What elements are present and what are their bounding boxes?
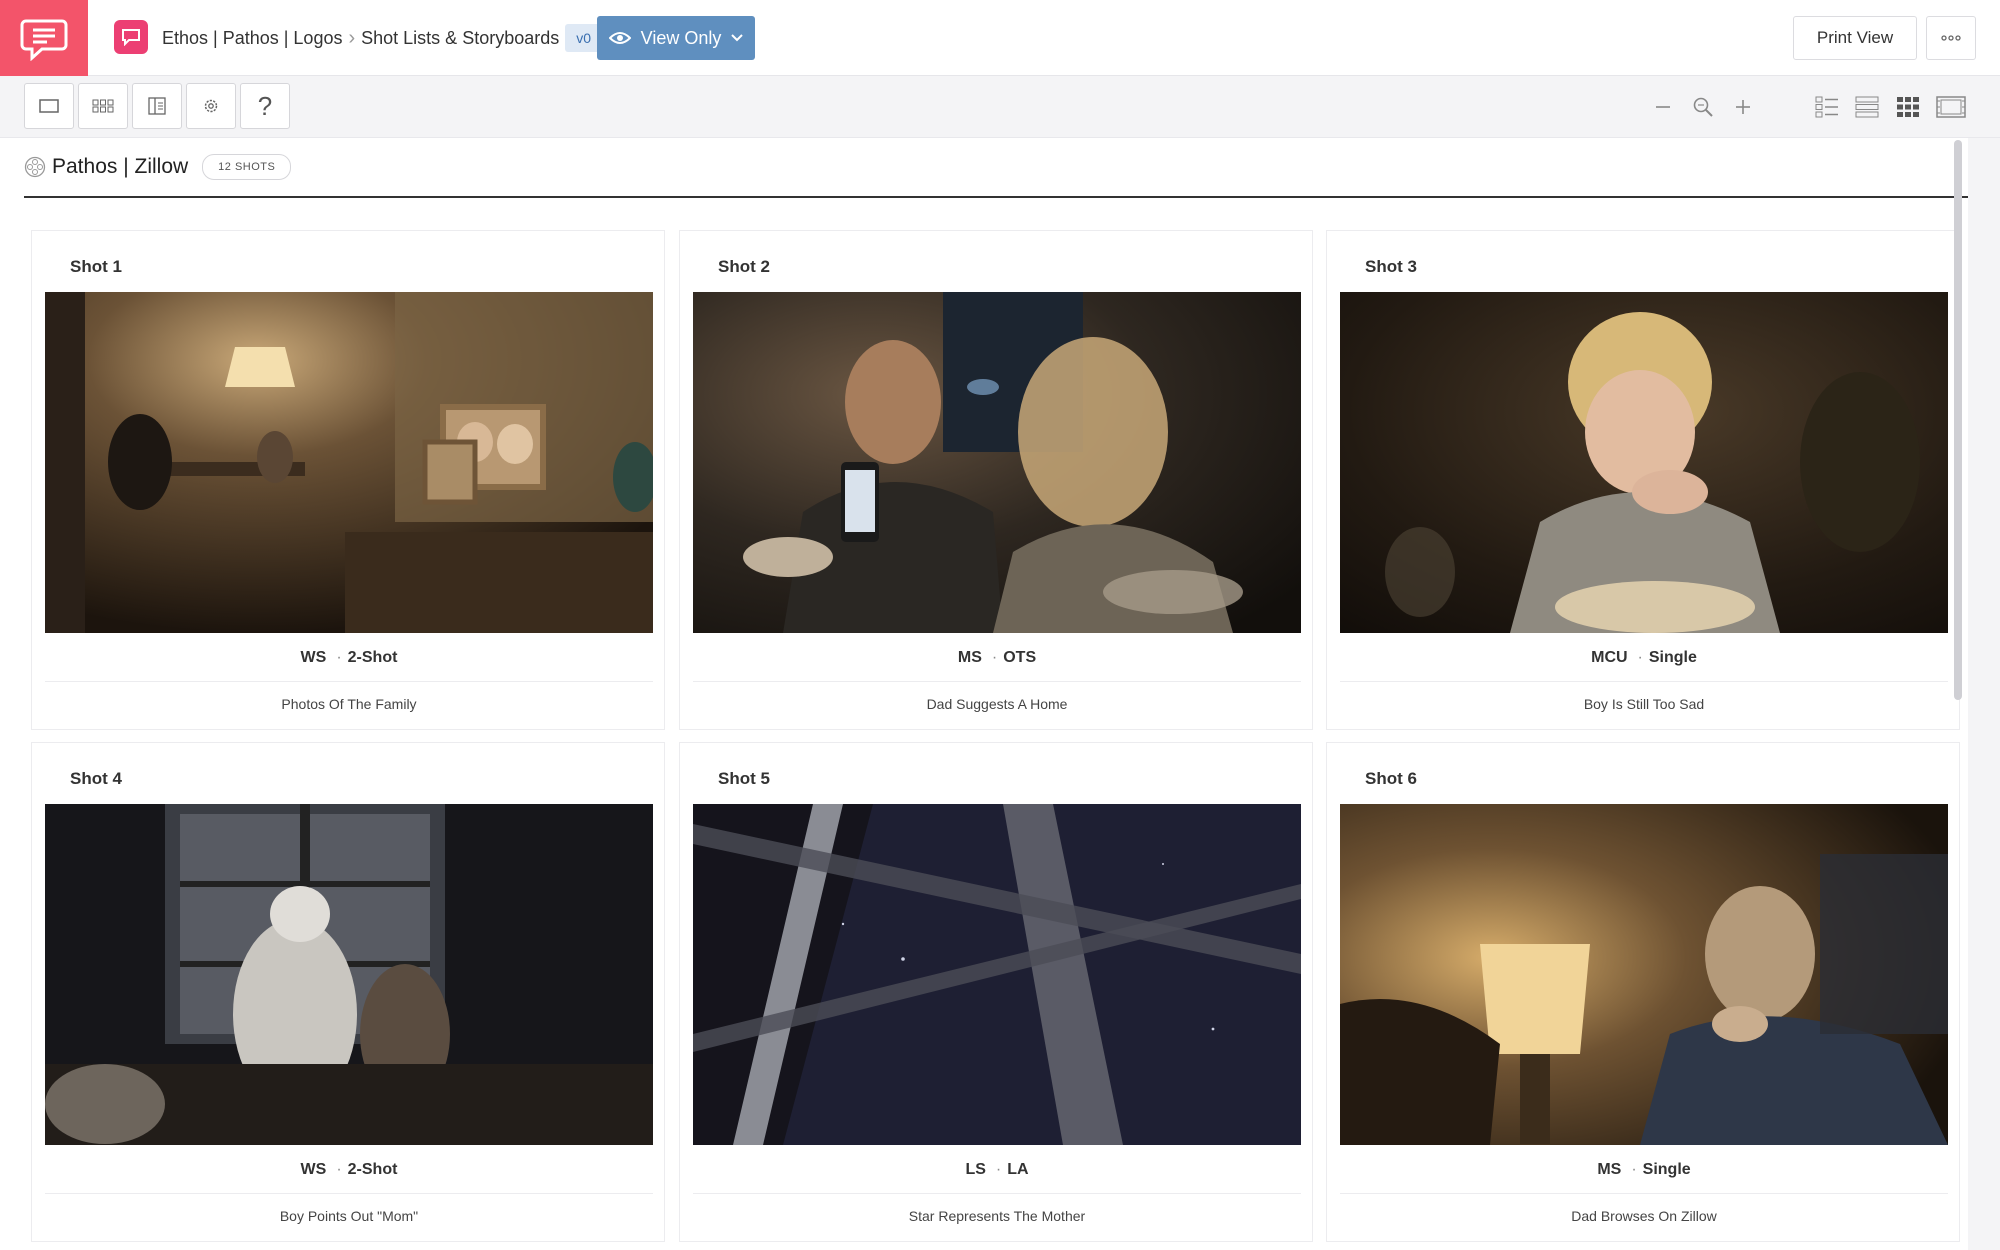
shot-specs: WS · 2-Shot: [32, 1161, 666, 1179]
shot-type: 2-Shot: [347, 1161, 398, 1178]
shot-description[interactable]: Dad Browses On Zillow: [1327, 1208, 1961, 1224]
shot-description[interactable]: Star Represents The Mother: [680, 1208, 1314, 1224]
grid-view-icon[interactable]: [1891, 90, 1925, 124]
card-divider: [45, 681, 653, 682]
shot-description[interactable]: Boy Points Out "Mom": [32, 1208, 666, 1224]
shot-size: WS: [300, 1161, 327, 1178]
shot-specs: WS · 2-Shot: [32, 649, 666, 667]
shot-type: Single: [1642, 1161, 1691, 1178]
card-divider: [1340, 681, 1948, 682]
scene-title[interactable]: Pathos | Zillow: [52, 155, 188, 179]
shot-description[interactable]: Boy Is Still Too Sad: [1327, 696, 1961, 712]
shot-image[interactable]: [45, 292, 653, 633]
gear-icon[interactable]: [186, 83, 236, 129]
shot-description[interactable]: Dad Suggests A Home: [680, 696, 1314, 712]
shot-image[interactable]: [693, 292, 1301, 633]
shot-label: Shot 4: [70, 769, 122, 788]
shot-label: Shot 6: [1365, 769, 1417, 788]
shot-count-badge: 12 SHOTS: [202, 154, 292, 180]
top-bar: Ethos | Pathos | Logos › Shot Lists & St…: [0, 0, 2000, 76]
list-view-icon[interactable]: [1810, 90, 1844, 124]
shot-size: MS: [957, 649, 982, 666]
shot-image[interactable]: [45, 804, 653, 1145]
shot-label: Shot 3: [1365, 257, 1417, 276]
shot-size: MS: [1597, 1161, 1622, 1178]
shot-type: LA: [1007, 1161, 1029, 1178]
chevron-down-icon: [731, 34, 744, 42]
shot-card[interactable]: Shot 3 MCU · Single Boy Is Still Too Sad: [1326, 230, 1960, 730]
shot-card[interactable]: Shot 2 MS · OTS Dad Suggests A Home: [679, 230, 1313, 730]
shot-label: Shot 1: [70, 257, 122, 276]
help-icon[interactable]: ?: [240, 83, 290, 129]
scene-divider: [24, 196, 1968, 198]
card-divider: [693, 1193, 1301, 1194]
scene-icon: [24, 156, 46, 178]
separator-dot: ·: [991, 649, 998, 666]
shot-specs: MS · Single: [1327, 1161, 1961, 1179]
vertical-scrollbar[interactable]: [1954, 140, 1962, 700]
card-divider: [693, 681, 1301, 682]
breadcrumb-section[interactable]: Shot Lists & Storyboards: [361, 28, 559, 49]
breadcrumb-project[interactable]: Ethos | Pathos | Logos: [162, 28, 342, 49]
card-divider: [45, 1193, 653, 1194]
shot-image[interactable]: [693, 804, 1301, 1145]
scene-header: Pathos | Zillow 12 SHOTS: [24, 154, 292, 180]
shot-size: MCU: [1591, 649, 1628, 666]
zoom-icon[interactable]: [1686, 90, 1720, 124]
separator-dot: ·: [1631, 1161, 1637, 1178]
breadcrumb: Ethos | Pathos | Logos › Shot Lists & St…: [162, 0, 603, 76]
toolbar: ?: [0, 76, 2000, 138]
storyboard-content: Pathos | Zillow 12 SHOTS Shot 1 WS · 2-S…: [0, 138, 1968, 1250]
separator-dot: ·: [1637, 649, 1643, 666]
more-options-icon[interactable]: [1926, 16, 1976, 60]
separator-dot: ·: [336, 1161, 342, 1178]
shot-type: 2-Shot: [347, 649, 398, 666]
project-icon: [114, 20, 148, 54]
shot-type: Single: [1648, 649, 1697, 666]
panel-icon[interactable]: [132, 83, 182, 129]
shot-card[interactable]: Shot 4 WS · 2-Shot Boy Points Out "Mom": [31, 742, 665, 1242]
frame-icon[interactable]: [24, 83, 74, 129]
shot-card[interactable]: Shot 5 LS · LA Star Represents The Mother: [679, 742, 1313, 1242]
card-divider: [1340, 1193, 1948, 1194]
grid-icon[interactable]: [78, 83, 128, 129]
view-mode-dropdown[interactable]: View Only: [597, 16, 755, 60]
shot-label: Shot 2: [718, 257, 770, 276]
shot-image[interactable]: [1340, 292, 1948, 633]
shot-size: WS: [300, 649, 327, 666]
shot-size: LS: [965, 1161, 986, 1178]
view-mode-label: View Only: [640, 27, 722, 48]
row-view-icon[interactable]: [1850, 90, 1884, 124]
separator-dot: ·: [336, 649, 342, 666]
shot-specs: LS · LA: [680, 1161, 1314, 1179]
film-view-icon[interactable]: [1934, 90, 1968, 124]
shot-specs: MS · OTS: [680, 649, 1314, 667]
shot-description[interactable]: Photos Of The Family: [32, 696, 666, 712]
chevron-right-icon: ›: [348, 26, 356, 49]
print-view-button[interactable]: Print View: [1793, 16, 1917, 60]
shot-type: OTS: [1003, 649, 1037, 666]
shot-specs: MCU · Single: [1327, 649, 1961, 667]
shot-card[interactable]: Shot 1 WS · 2-Shot Photos Of The Family: [31, 230, 665, 730]
shot-label: Shot 5: [718, 769, 770, 788]
separator-dot: ·: [995, 1161, 1002, 1178]
shot-card[interactable]: Shot 6 MS · Single Dad Browses On Zillow: [1326, 742, 1960, 1242]
app-logo-icon[interactable]: [0, 0, 88, 76]
shot-image[interactable]: [1340, 804, 1948, 1145]
eye-icon: [608, 32, 631, 44]
zoom-in-icon[interactable]: [1726, 90, 1760, 124]
zoom-out-icon[interactable]: [1646, 90, 1680, 124]
